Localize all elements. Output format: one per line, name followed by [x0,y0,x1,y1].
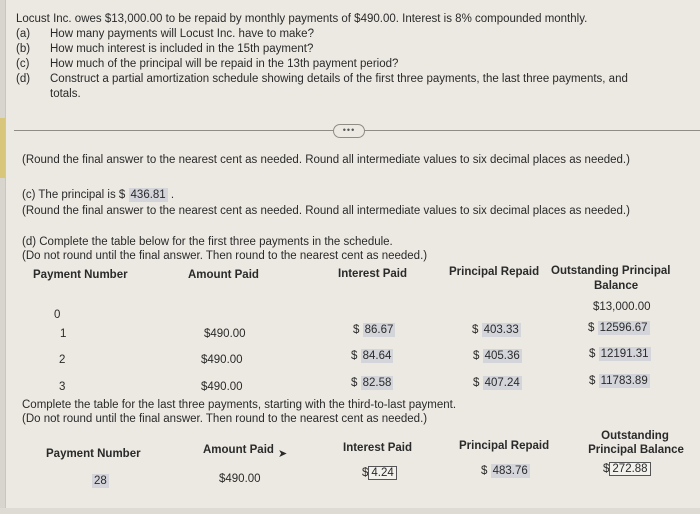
part-d-label: (d) [16,73,31,85]
header-principal-repaid: Principal Repaid [449,266,540,278]
row2-balance: $ 12191.31 [589,347,651,361]
bottom-border [0,508,700,514]
header-outstanding-principal: Outstanding Principal [551,265,671,277]
row0-balance: $13,000.00 [593,301,651,313]
part-c-text: How much of the principal will be repaid… [50,58,399,70]
last-row-interest: $4.24 [362,466,397,480]
last-row-number: 28 [92,474,109,488]
part-d-text-cont: totals. [50,88,81,100]
problem-intro: Locust Inc. owes $13,000.00 to be repaid… [16,13,588,25]
last-row-principal-field[interactable]: 483.76 [490,464,530,478]
part-c-answer-field[interactable]: 436.81 [128,188,168,202]
row3-number: 3 [59,381,66,393]
row3-principal-field[interactable]: 407.24 [482,376,522,390]
last-row-interest-input[interactable]: 4.24 [368,466,397,480]
row2-number: 2 [59,354,66,366]
row2-amount: $490.00 [201,354,243,366]
part-c-label: (c) [16,58,30,70]
last-header-payment-number: Payment Number [46,448,141,460]
part-d-note: (Do not round until the final answer. Th… [22,250,428,262]
part-c-answer: (c) The principal is $ 436.81 . [22,188,174,202]
row3-balance-field[interactable]: 11783.89 [598,374,650,388]
mouse-cursor-icon: ➤ [278,448,288,460]
last-payments-note: (Do not round until the final answer. Th… [22,413,428,425]
left-accent-marker [0,118,5,178]
row1-number: 1 [60,328,67,340]
last-row-balance: $272.88 [603,462,651,476]
header-interest-paid: Interest Paid [338,268,408,280]
row3-interest: $ 82.58 [351,376,394,390]
part-a-text: How many payments will Locust Inc. have … [50,28,314,40]
last-payments-instruction: Complete the table for the last three pa… [22,399,457,411]
row1-principal-field[interactable]: 403.33 [481,323,521,337]
last-row-principal: $ 483.76 [481,464,530,478]
part-c-rounding-note: (Round the final answer to the nearest c… [22,205,630,217]
last-header-outstanding: Outstanding [601,430,669,442]
row1-interest-field[interactable]: 86.67 [362,323,396,337]
expand-more-button[interactable]: ••• [333,124,365,138]
row1-balance: $ 12596.67 [588,321,650,335]
row1-amount: $490.00 [204,328,246,340]
last-row-amount: $490.00 [219,473,261,485]
last-header-amount-paid: Amount Paid [203,444,274,456]
rounding-note: (Round the final answer to the nearest c… [22,154,630,166]
row2-principal: $ 405.36 [473,349,522,363]
row2-interest: $ 84.64 [351,349,394,363]
last-row-balance-input[interactable]: 272.88 [609,462,651,476]
row1-interest: $ 86.67 [353,323,396,337]
row1-balance-field[interactable]: 12596.67 [597,321,650,335]
row2-balance-field[interactable]: 12191.31 [598,347,651,361]
row3-principal: $ 407.24 [473,376,522,390]
row2-interest-field[interactable]: 84.64 [360,349,394,363]
row3-balance: $ 11783.89 [589,374,650,388]
part-c-prefix: (c) The principal is $ [22,189,126,201]
left-border [0,0,6,514]
part-d-instruction: (d) Complete the table below for the fir… [22,236,393,248]
last-header-principal-balance: Principal Balance [588,444,684,456]
header-amount-paid: Amount Paid [188,269,259,281]
part-c-suffix: . [170,189,175,201]
row0-number: 0 [54,309,61,321]
row3-amount: $490.00 [201,381,243,393]
header-payment-number: Payment Number [33,269,128,281]
row2-principal-field[interactable]: 405.36 [482,349,522,363]
part-b-text: How much interest is included in the 15t… [50,43,314,55]
part-a-label: (a) [16,28,31,40]
part-d-text: Construct a partial amortization schedul… [50,73,628,85]
question-panel: Locust Inc. owes $13,000.00 to be repaid… [0,0,700,514]
last-header-interest-paid: Interest Paid [343,442,413,454]
row3-interest-field[interactable]: 82.58 [360,376,394,390]
last-row-number-field[interactable]: 28 [92,474,109,488]
part-b-label: (b) [16,43,31,55]
header-balance: Balance [594,280,639,292]
row1-principal: $ 403.33 [472,323,521,337]
last-header-principal-repaid: Principal Repaid [459,440,550,452]
